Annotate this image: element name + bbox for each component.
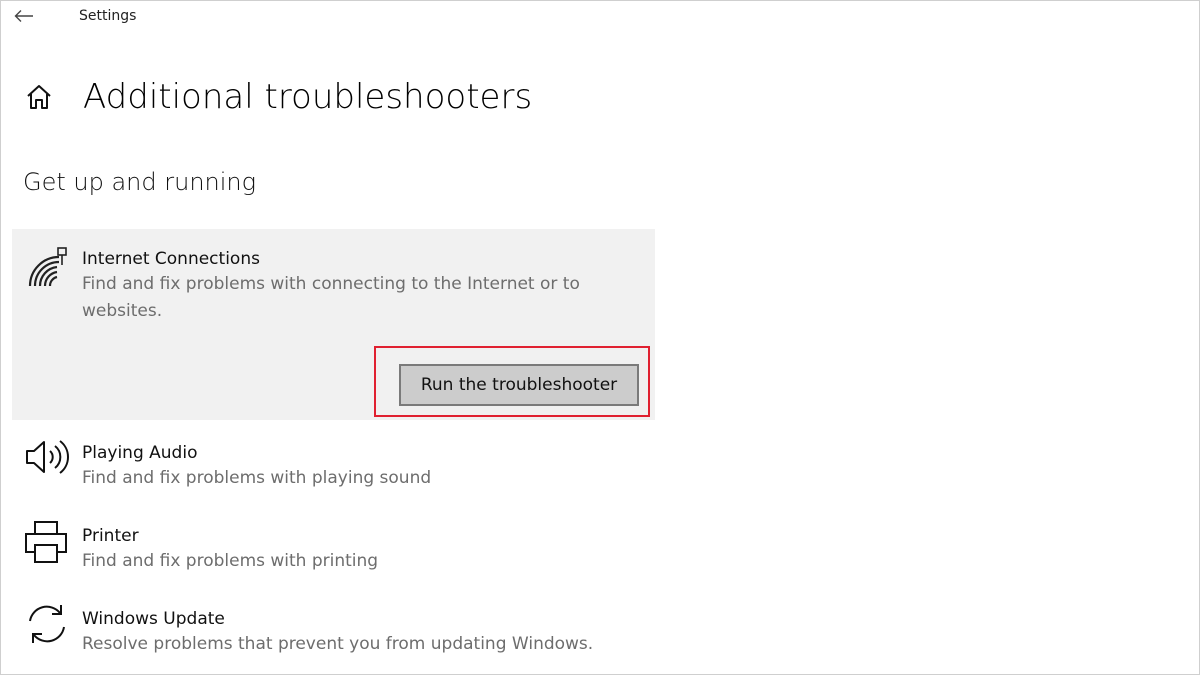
speaker-icon (24, 437, 72, 485)
item-text: Internet Connections Find and fix proble… (82, 247, 622, 325)
wifi-network-icon (24, 245, 72, 293)
section-title: Get up and running (23, 168, 257, 196)
troubleshooter-windows-update[interactable]: Windows Update Resolve problems that pre… (12, 597, 655, 667)
app-title: Settings (79, 8, 137, 24)
page-title: Additional troubleshooters (83, 77, 533, 117)
item-title: Windows Update (82, 609, 225, 629)
back-arrow-icon (14, 10, 33, 22)
title-bar: Settings (1, 1, 1199, 35)
back-button[interactable] (9, 4, 39, 28)
item-description: Find and fix problems with playing sound (82, 468, 432, 488)
highlight-box: Run the troubleshooter (374, 346, 650, 417)
settings-window: Settings Additional troubleshooters Get … (0, 0, 1200, 675)
troubleshooter-playing-audio[interactable]: Playing Audio Find and fix problems with… (12, 431, 655, 501)
troubleshooter-printer[interactable]: Printer Find and fix problems with print… (12, 514, 655, 584)
item-text: Playing Audio Find and fix problems with… (82, 441, 622, 492)
printer-icon (24, 520, 72, 568)
troubleshooter-internet-connections[interactable]: Internet Connections Find and fix proble… (12, 229, 655, 420)
home-icon[interactable] (23, 81, 55, 113)
item-title: Internet Connections (82, 249, 260, 269)
item-text: Printer Find and fix problems with print… (82, 524, 622, 575)
item-title: Printer (82, 526, 139, 546)
sync-icon (24, 601, 72, 649)
item-description: Find and fix problems with printing (82, 551, 379, 571)
item-description: Find and fix problems with connecting to… (82, 274, 580, 321)
item-title: Playing Audio (82, 443, 198, 463)
run-troubleshooter-button[interactable]: Run the troubleshooter (399, 364, 639, 406)
item-text: Windows Update Resolve problems that pre… (82, 607, 622, 658)
item-description: Resolve problems that prevent you from u… (82, 634, 594, 654)
page-header: Additional troubleshooters (23, 71, 532, 123)
